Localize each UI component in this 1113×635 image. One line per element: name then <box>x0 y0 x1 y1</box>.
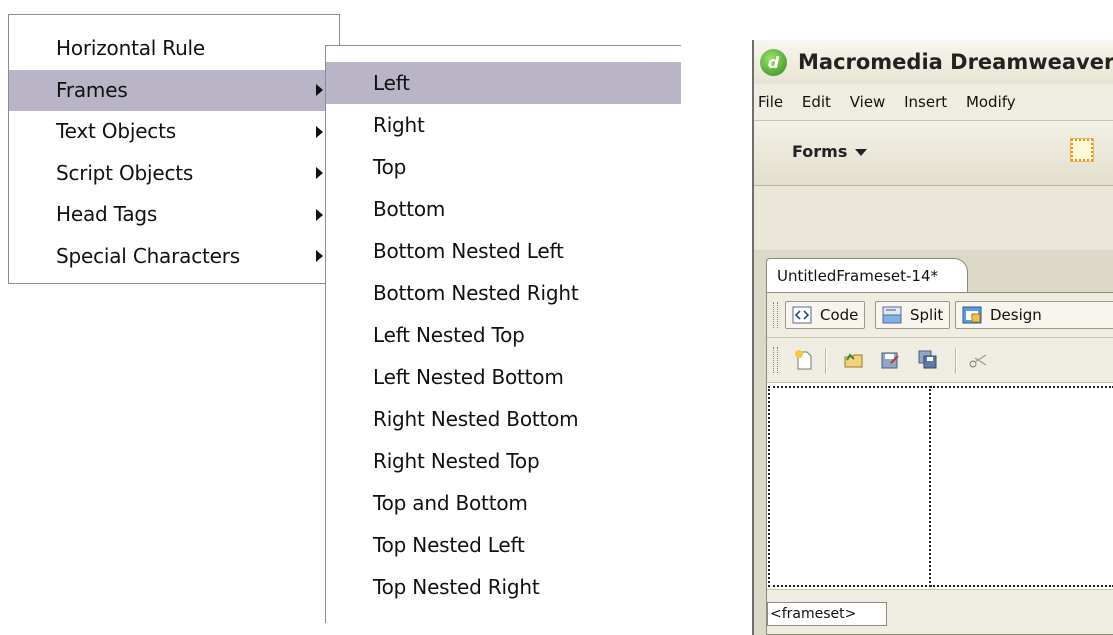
submenu-item-label: Top <box>373 155 407 179</box>
split-view-button[interactable]: Split <box>875 301 951 329</box>
new-document-icon[interactable] <box>793 349 815 371</box>
insert-category-label: Forms <box>792 142 848 161</box>
submenu-item-left[interactable]: Left <box>326 62 681 104</box>
submenu-item-top-nested-left[interactable]: Top Nested Left <box>326 524 681 566</box>
title-bar: d Macromedia Dreamweaver <box>754 40 1113 84</box>
code-view-label: Code <box>820 306 859 324</box>
insert-category-dropdown[interactable]: Forms <box>792 121 868 183</box>
menu-item-label: Text Objects <box>56 119 176 143</box>
menu-modify[interactable]: Modify <box>966 93 1016 111</box>
menu-item-label: Head Tags <box>56 202 158 226</box>
document-window: Code Split Design <frameset> <box>766 292 1113 635</box>
submenu-item-top-nested-right[interactable]: Top Nested Right <box>326 566 681 608</box>
tag-selector-frameset[interactable]: <frameset> <box>767 602 887 626</box>
submenu-arrow-icon <box>316 208 323 221</box>
submenu-item-bottom[interactable]: Bottom <box>326 188 681 230</box>
submenu-item-label: Left <box>373 71 410 95</box>
document-area: UntitledFrameset-14* Code Split Design <… <box>754 250 1113 635</box>
design-canvas[interactable] <box>767 383 1113 590</box>
menu-file[interactable]: File <box>758 93 783 111</box>
dreamweaver-logo-icon: d <box>760 49 787 76</box>
submenu-item-label: Bottom Nested Right <box>373 281 579 305</box>
submenu-item-left-nested-bottom[interactable]: Left Nested Bottom <box>326 356 681 398</box>
menu-item-script-objects[interactable]: Script Objects <box>9 153 339 195</box>
standard-toolbar <box>767 338 1113 383</box>
menu-insert[interactable]: Insert <box>904 93 947 111</box>
submenu-item-right[interactable]: Right <box>326 104 681 146</box>
document-toolbar: Code Split Design <box>767 293 1113 338</box>
design-view-button[interactable]: Design <box>955 301 1113 329</box>
code-view-button[interactable]: Code <box>785 301 866 329</box>
submenu-item-bottom-nested-left[interactable]: Bottom Nested Left <box>326 230 681 272</box>
submenu-item-label: Right Nested Top <box>373 449 540 473</box>
menu-view[interactable]: View <box>850 93 886 111</box>
submenu-item-left-nested-top[interactable]: Left Nested Top <box>326 314 681 356</box>
submenu-item-bottom-nested-right[interactable]: Bottom Nested Right <box>326 272 681 314</box>
split-view-icon <box>882 306 902 324</box>
submenu-item-label: Bottom <box>373 197 446 221</box>
menu-item-label: Frames <box>56 77 128 102</box>
menu-item-horizontal-rule[interactable]: Horizontal Rule <box>9 28 339 70</box>
menu-bar: File Edit View Insert Modify <box>754 84 1113 121</box>
submenu-item-label: Left Nested Bottom <box>373 365 564 389</box>
panel-gap <box>754 186 1113 250</box>
frame-left[interactable] <box>768 386 931 587</box>
submenu-item-label: Top Nested Left <box>373 533 525 557</box>
design-view-icon <box>962 306 982 324</box>
cut-icon[interactable] <box>967 349 989 371</box>
menu-item-special-characters[interactable]: Special Characters <box>9 236 339 278</box>
toolbar-separator <box>825 348 827 374</box>
toolbar-separator-2 <box>955 348 957 374</box>
submenu-arrow-icon <box>316 250 323 263</box>
menu-item-label: Script Objects <box>56 160 194 185</box>
window-title: Macromedia Dreamweaver <box>798 50 1113 74</box>
submenu-arrow-icon <box>316 84 323 97</box>
submenu-item-label: Left Nested Top <box>373 323 525 347</box>
insert-bar: Forms <box>754 121 1113 186</box>
menu-item-label: Horizontal Rule <box>56 36 206 60</box>
form-icon[interactable] <box>1070 138 1094 162</box>
menu-edit[interactable]: Edit <box>802 93 831 111</box>
insert-menu: Horizontal Rule Frames Text Objects Script … <box>8 14 340 284</box>
submenu-item-top-and-bottom[interactable]: Top and Bottom <box>326 482 681 524</box>
submenu-arrow-icon <box>316 125 323 138</box>
submenu-item-label: Top Nested Right <box>373 575 540 599</box>
submenu-item-label: Top and Bottom <box>373 491 528 515</box>
frame-main[interactable] <box>930 386 1113 587</box>
submenu-item-label: Bottom Nested Left <box>373 239 564 263</box>
menu-item-frames[interactable]: Frames <box>9 69 339 111</box>
toolbar-grip[interactable] <box>773 302 778 328</box>
submenu-item-right-nested-top[interactable]: Right Nested Top <box>326 440 681 482</box>
status-bar: <frameset> <box>767 589 1113 634</box>
design-view-label: Design <box>990 306 1042 324</box>
document-tab[interactable]: UntitledFrameset-14* <box>766 258 968 293</box>
menu-item-label: Special Characters <box>56 243 240 268</box>
submenu-item-label: Right Nested Bottom <box>373 407 579 431</box>
frames-submenu: Left Right Top Bottom Bottom Nested Left Bott… <box>325 45 681 623</box>
submenu-item-top[interactable]: Top <box>326 146 681 188</box>
submenu-arrow-icon <box>316 167 323 180</box>
code-view-icon <box>792 306 812 324</box>
toolbar-grip-2[interactable] <box>773 347 778 373</box>
submenu-item-right-nested-bottom[interactable]: Right Nested Bottom <box>326 398 681 440</box>
save-all-icon[interactable] <box>917 349 939 371</box>
menu-item-head-tags[interactable]: Head Tags <box>9 194 339 236</box>
dreamweaver-window: d Macromedia Dreamweaver File Edit View … <box>752 40 1113 635</box>
submenu-item-label: Right <box>373 113 425 137</box>
split-view-label: Split <box>910 306 944 324</box>
save-icon[interactable] <box>879 349 901 371</box>
open-folder-icon[interactable] <box>843 349 865 371</box>
menu-item-text-objects[interactable]: Text Objects <box>9 111 339 153</box>
chevron-down-icon <box>855 149 868 156</box>
